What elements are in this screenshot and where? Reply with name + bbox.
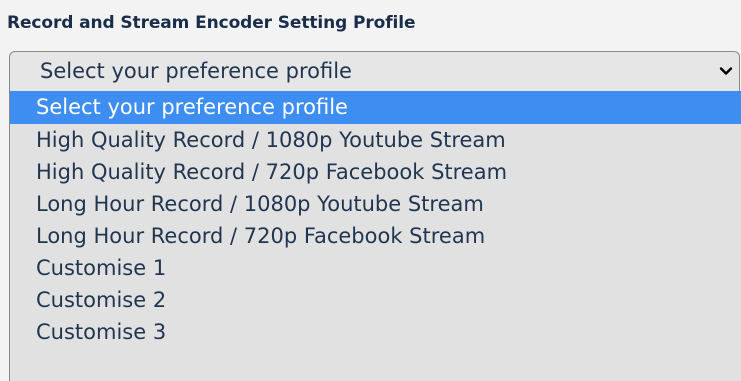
- section-title: Record and Stream Encoder Setting Profil…: [7, 13, 416, 33]
- option-high-quality-1080p-youtube[interactable]: High Quality Record / 1080p Youtube Stre…: [10, 124, 741, 156]
- option-customise-1[interactable]: Customise 1: [10, 252, 741, 284]
- option-customise-3[interactable]: Customise 3: [10, 316, 741, 348]
- option-long-hour-720p-facebook[interactable]: Long Hour Record / 720p Facebook Stream: [10, 220, 741, 252]
- select-current-value: Select your preference profile: [40, 59, 352, 83]
- option-select-your-preference-profile[interactable]: Select your preference profile: [10, 91, 741, 124]
- profile-options-list: Select your preference profile High Qual…: [9, 91, 741, 381]
- chevron-down-icon[interactable]: [719, 64, 733, 78]
- option-long-hour-1080p-youtube[interactable]: Long Hour Record / 1080p Youtube Stream: [10, 188, 741, 220]
- option-customise-2[interactable]: Customise 2: [10, 284, 741, 316]
- profile-select[interactable]: Select your preference profile: [9, 51, 740, 91]
- option-high-quality-720p-facebook[interactable]: High Quality Record / 720p Facebook Stre…: [10, 156, 741, 188]
